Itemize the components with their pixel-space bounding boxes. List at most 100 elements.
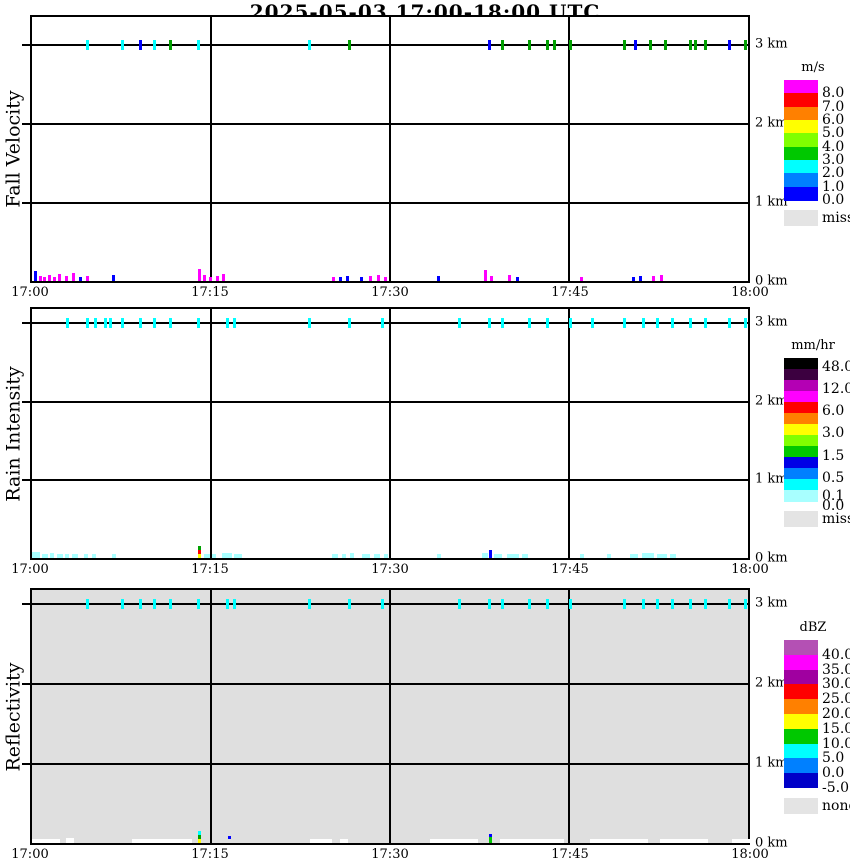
surface-bar — [360, 277, 363, 281]
echo-mark — [169, 40, 172, 50]
echo-mark — [664, 40, 667, 50]
y-tick-label: 0 km — [755, 550, 788, 566]
legend-miss-swatch — [784, 210, 818, 227]
surface-bar — [384, 554, 388, 558]
axis-tick-left — [22, 400, 30, 403]
legend-band — [784, 380, 818, 392]
legend-label: 5.0 — [822, 750, 845, 766]
surface-bar — [66, 838, 74, 843]
legend-label: 0.5 — [822, 470, 845, 486]
surface-bar — [50, 553, 54, 558]
surface-bar — [332, 554, 338, 558]
y-tick-label: 0 km — [755, 835, 788, 851]
y-tick-label: 2 km — [755, 115, 788, 131]
surface-bar — [362, 554, 370, 558]
surface-bar — [494, 554, 502, 558]
echo-mark — [153, 599, 156, 609]
echo-mark — [86, 318, 89, 328]
chart-plot-region: 17:00 17:15 17:30 17:45 18:00 3 km 2 km 1 km 0 k… — [0, 0, 850, 868]
echo-mark — [197, 599, 200, 609]
legend-band — [784, 413, 818, 425]
echo-mark — [169, 599, 172, 609]
echo-mark — [109, 318, 112, 328]
legend-band — [784, 479, 818, 491]
grid-line-horizontal — [32, 763, 748, 765]
echo-mark — [86, 40, 89, 50]
surface-bar — [377, 275, 380, 281]
echo-mark — [348, 318, 351, 328]
echo-mark — [121, 318, 124, 328]
legend-label: 25.0 — [822, 691, 850, 707]
x-tick-label: 17:00 — [11, 562, 49, 577]
surface-bar — [437, 554, 441, 558]
echo-mark — [233, 599, 236, 609]
surface-bar — [660, 839, 708, 843]
echo-mark — [671, 318, 674, 328]
surface-bar — [222, 274, 225, 281]
surface-bar — [660, 275, 663, 281]
radar-time-height-chart: 2025-05-03 17:00-18:00 UTC Fall Velocity… — [0, 0, 850, 868]
echo-mark — [169, 318, 172, 328]
legend-band — [784, 699, 818, 715]
grid-line-horizontal — [32, 479, 748, 482]
surface-bar — [310, 839, 332, 843]
y-tick-label: 2 km — [755, 675, 788, 691]
surface-bar — [430, 839, 478, 843]
echo-mark — [704, 40, 707, 50]
surface-bar — [39, 276, 42, 281]
x-tick-label: 17:45 — [551, 847, 589, 862]
x-tick-label: 17:15 — [191, 847, 229, 862]
legend-title: dBZ — [799, 620, 827, 635]
legend-title: m/s — [801, 60, 825, 75]
echo-mark — [569, 40, 572, 50]
legend-band — [784, 106, 818, 121]
legend-band — [784, 457, 818, 469]
legend-band — [784, 369, 818, 381]
surface-bar — [203, 275, 206, 281]
echo-mark — [226, 318, 229, 328]
axis-tick-left — [22, 479, 30, 482]
surface-bar-stack — [198, 839, 201, 843]
surface-bar — [84, 554, 88, 558]
echo-mark — [623, 40, 626, 50]
echo-mark — [569, 599, 572, 609]
echo-mark — [553, 40, 556, 50]
x-tick-label: 17:45 — [551, 562, 589, 577]
legend-band — [784, 80, 818, 94]
axis-tick-left — [22, 603, 30, 605]
legend-miss-label: none — [822, 798, 850, 814]
y-tick-label: 0 km — [755, 273, 788, 289]
surface-bar — [670, 554, 676, 558]
legend-band — [784, 743, 818, 759]
surface-bar — [209, 277, 212, 281]
axis-tick-left — [22, 123, 30, 125]
x-tick-label: 17:15 — [191, 285, 229, 300]
legend-band — [784, 490, 818, 502]
surface-bar — [216, 276, 219, 281]
surface-bar-stack — [198, 835, 201, 839]
legend-band — [784, 358, 818, 370]
echo-mark — [744, 599, 747, 609]
surface-bar — [369, 276, 372, 281]
surface-bar — [198, 269, 201, 281]
legend-label: 20.0 — [822, 706, 850, 722]
surface-bar — [132, 839, 192, 843]
legend-band — [784, 468, 818, 480]
surface-bar — [57, 554, 63, 558]
echo-mark — [488, 40, 491, 50]
echo-mark — [569, 318, 572, 328]
echo-mark — [308, 599, 311, 609]
grid-line-vertical — [568, 309, 570, 558]
echo-mark — [153, 40, 156, 50]
x-tick-label: 17:00 — [11, 847, 49, 862]
legend-miss-label: miss — [822, 511, 850, 527]
legend-label: 0.0 — [822, 192, 845, 208]
echo-mark — [656, 318, 659, 328]
surface-bar — [642, 553, 654, 558]
echo-mark — [642, 318, 645, 328]
surface-bar — [42, 554, 48, 558]
legend-band — [784, 160, 818, 174]
grid-line-vertical — [568, 590, 570, 843]
grid-line-vertical — [389, 17, 391, 281]
surface-bar — [48, 275, 51, 281]
